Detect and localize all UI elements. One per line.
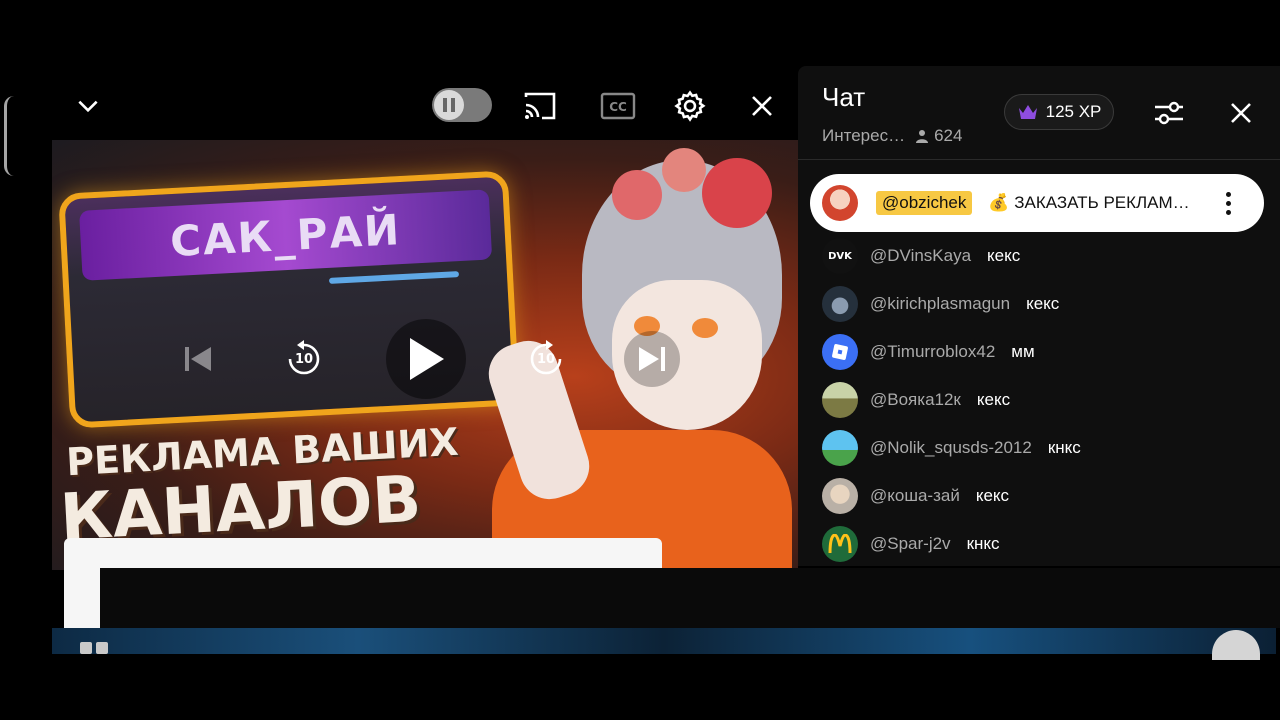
avatar[interactable]	[822, 430, 858, 466]
forward-seconds: 10	[536, 351, 556, 367]
xp-badge-button[interactable]: 125 XP	[1004, 94, 1114, 130]
phone-edge	[4, 96, 14, 176]
person-icon	[916, 130, 929, 143]
skip-previous-icon	[185, 347, 211, 371]
play-button[interactable]	[386, 319, 466, 399]
chat-message-list: DVK @DVinsKaya кекс @kirichplasmagun кек…	[798, 232, 1280, 568]
grid-icon	[80, 642, 110, 654]
avatar[interactable]	[822, 286, 858, 322]
player-top-bar: CC	[52, 66, 798, 140]
avatar[interactable]: DVK	[822, 238, 858, 274]
chat-message-text: кекс	[987, 246, 1021, 265]
chat-subtitle[interactable]: Интерес… 624	[822, 126, 962, 146]
chat-message-text: кекс	[975, 486, 1010, 505]
flower	[702, 158, 772, 228]
forward-button[interactable]: 10	[518, 331, 574, 387]
avatar[interactable]	[822, 526, 858, 562]
skip-next-icon	[639, 347, 665, 371]
character-eye	[692, 318, 718, 338]
close-chat-button[interactable]	[1220, 92, 1262, 134]
chat-message-author[interactable]: @kirichplasmagun	[870, 294, 1010, 314]
next-button[interactable]	[624, 331, 680, 387]
close-icon	[1231, 103, 1251, 123]
cast-button[interactable]	[520, 86, 560, 126]
rewind-button[interactable]: 10	[276, 331, 332, 387]
chat-message-author[interactable]: @Вояка12к	[870, 390, 961, 410]
background-video-strip	[52, 628, 1276, 654]
chat-title: Чат	[822, 82, 866, 112]
chat-message-author[interactable]: @DVinsKaya	[870, 246, 971, 266]
chat-message[interactable]: @kirichplasmagun кекс	[798, 280, 1280, 328]
chat-header: Чат Интерес… 624 125 XP	[798, 66, 1280, 160]
close-icon	[752, 96, 772, 116]
chat-message-text: кнкс	[966, 534, 1000, 553]
settings-button[interactable]	[670, 86, 710, 126]
pinned-message[interactable]: @obzichek 💰 ЗАКАЗАТЬ РЕКЛАМ…	[810, 174, 1264, 232]
chevron-down-icon	[78, 100, 98, 113]
chat-message[interactable]: @Вояка12к кекс	[798, 376, 1280, 424]
video-player[interactable]: CC САК_РАЙ РЕКЛАМА ВАШИХ КАНАЛОВ 10 10	[52, 66, 798, 570]
chat-message-author[interactable]: @Spar-j2v	[870, 534, 951, 554]
chat-message[interactable]: DVK @DVinsKaya кекс	[798, 232, 1280, 280]
cc-icon: CC	[600, 92, 636, 120]
pinned-message-text: 💰 ЗАКАЗАТЬ РЕКЛАМ…	[988, 193, 1190, 212]
overlay-strip	[100, 568, 1280, 628]
gear-icon	[674, 90, 706, 122]
sliders-icon	[1155, 101, 1183, 125]
minimize-button[interactable]	[68, 86, 108, 126]
play-icon	[410, 338, 444, 380]
chat-message-text: мм	[1011, 342, 1035, 361]
chat-message-author[interactable]: @Nolik_squsds-2012	[870, 438, 1032, 458]
chat-message-author[interactable]: @Timurroblox42	[870, 342, 995, 362]
avatar[interactable]	[822, 334, 858, 370]
live-chat-panel: Чат Интерес… 624 125 XP @obzichek 💰 ЗАКА…	[798, 66, 1280, 566]
chat-message[interactable]: @Timurroblox42 мм	[798, 328, 1280, 376]
previous-button[interactable]	[170, 331, 226, 387]
thumbnail-banner: САК_РАЙ	[79, 189, 493, 281]
avatar[interactable]	[822, 478, 858, 514]
svg-text:CC: CC	[609, 100, 627, 114]
flower	[662, 148, 706, 192]
pause-icon	[434, 90, 464, 120]
viewer-count-value: 624	[934, 126, 963, 145]
chat-message[interactable]: @коша-зай кекс	[798, 472, 1280, 520]
avatar[interactable]	[822, 382, 858, 418]
chat-filter-button[interactable]	[1148, 92, 1190, 134]
crown-icon	[1018, 105, 1037, 119]
pinned-message-author[interactable]: @obzichek	[876, 191, 973, 215]
chat-mode-label: Интерес…	[822, 126, 906, 145]
rewind-seconds: 10	[294, 351, 314, 367]
chat-message[interactable]: @Spar-j2v кнкс	[798, 520, 1280, 568]
close-player-button[interactable]	[742, 86, 782, 126]
chat-message-text: кнкс	[1047, 438, 1081, 457]
viewer-count: 624	[915, 126, 962, 146]
chat-message-text: кекс	[976, 390, 1011, 409]
thumbnail-banner-text: САК_РАЙ	[168, 204, 403, 266]
avatar[interactable]	[822, 185, 858, 221]
chat-message[interactable]: @Nolik_squsds-2012 кнкс	[798, 424, 1280, 472]
captions-button[interactable]: CC	[598, 86, 638, 126]
thumbnail-bar	[328, 271, 460, 284]
xp-label: 125 XP	[1045, 102, 1102, 121]
more-vert-icon[interactable]	[1216, 183, 1240, 223]
chat-message-text: кекс	[1026, 294, 1060, 313]
autoplay-toggle[interactable]	[432, 88, 492, 122]
flower	[612, 170, 662, 220]
cast-icon	[524, 92, 556, 120]
chat-message-author[interactable]: @коша-зай	[870, 486, 960, 506]
